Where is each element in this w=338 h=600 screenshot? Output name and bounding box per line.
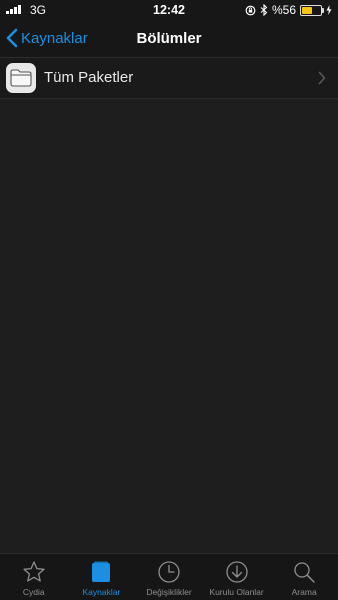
- battery-fill: [302, 6, 312, 14]
- charging-bolt-icon: [326, 5, 332, 15]
- chevron-right-icon: [318, 71, 326, 85]
- tab-arama[interactable]: Arama: [270, 554, 338, 600]
- sources-box-icon: [88, 559, 114, 585]
- tab-label: Kurulu Olanlar: [209, 587, 264, 597]
- page-title: Bölümler: [136, 30, 202, 47]
- tab-cydia[interactable]: Cydia: [0, 554, 68, 600]
- search-icon: [291, 559, 317, 585]
- sections-list: Tüm Paketler: [0, 58, 338, 99]
- list-item-label: Tüm Paketler: [44, 69, 134, 86]
- tab-label: Cydia: [22, 587, 45, 597]
- star-icon: [21, 559, 47, 585]
- tab-kaynaklar[interactable]: Kaynaklar: [68, 554, 136, 600]
- folder-icon: [6, 63, 36, 93]
- tab-bar: Cydia Kaynaklar Değişiklikler Kurulu Ola…: [0, 553, 338, 600]
- tab-label: Arama: [291, 587, 317, 597]
- status-right: %56: [245, 3, 332, 17]
- status-bar: 3G 12:42 %56: [0, 0, 338, 20]
- tab-kurulu-olanlar[interactable]: Kurulu Olanlar: [203, 554, 271, 600]
- clock-icon: [156, 559, 182, 585]
- list-item-all-packages[interactable]: Tüm Paketler: [0, 58, 338, 99]
- download-arrow-icon: [224, 559, 250, 585]
- battery-percent: %56: [271, 3, 296, 17]
- battery-tip: [322, 7, 324, 13]
- bluetooth-icon: [260, 4, 268, 16]
- battery-icon: [300, 4, 324, 16]
- tab-label: Değişiklikler: [146, 587, 192, 597]
- navigation-bar: Kaynaklar Bölümler: [0, 20, 338, 58]
- tab-label: Kaynaklar: [82, 587, 121, 597]
- rotation-lock-icon: [245, 5, 256, 15]
- tab-degisiklikler[interactable]: Değişiklikler: [135, 554, 203, 600]
